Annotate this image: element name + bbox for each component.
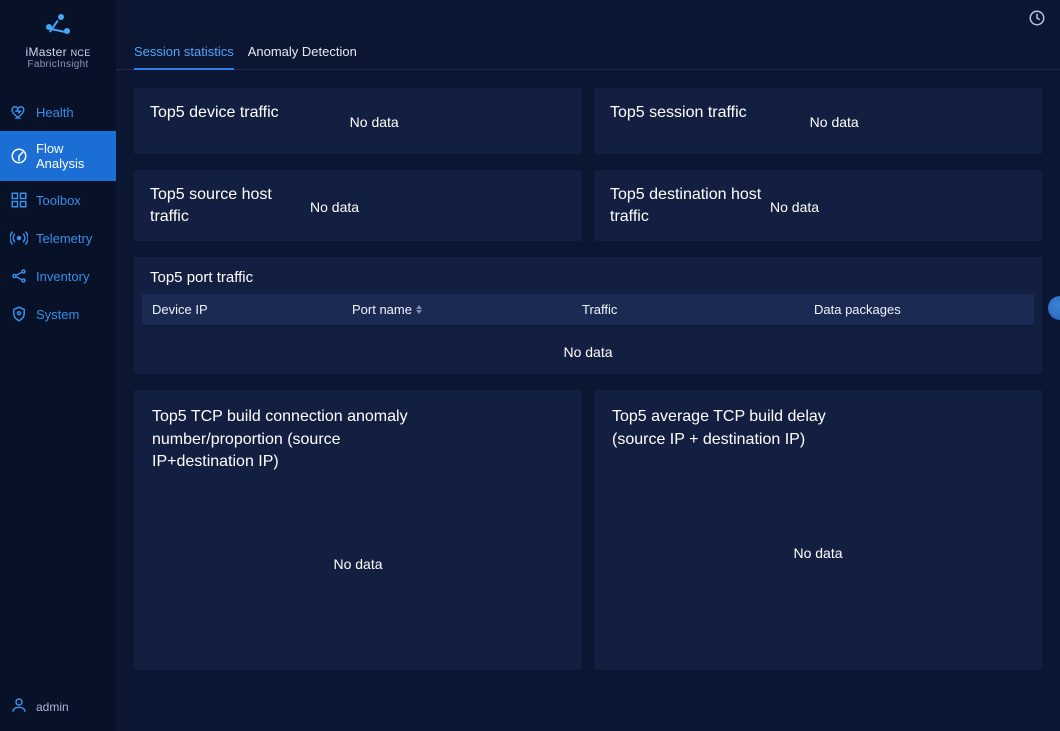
col-data-packages[interactable]: Data packages [804, 300, 1034, 319]
nav: Health Flow Analysis Toolbox Telemetry I [0, 93, 116, 684]
brand-text: iMaster NCE FabricInsight [8, 45, 108, 71]
sidebar-item-label: Flow Analysis [36, 141, 106, 171]
sidebar-item-inventory[interactable]: Inventory [0, 257, 116, 295]
content: Top5 device traffic No data Top5 session… [116, 70, 1060, 731]
no-data-label: No data [770, 199, 819, 215]
sidebar: iMaster NCE FabricInsight Health Flow An… [0, 0, 116, 731]
card-title: Top5 destination host traffic [610, 184, 770, 227]
sort-icon [416, 304, 424, 316]
user-icon [10, 696, 28, 717]
brand-sub: FabricInsight [8, 59, 108, 71]
col-label: Data packages [814, 302, 901, 317]
col-traffic[interactable]: Traffic [572, 300, 804, 319]
col-label: Traffic [582, 302, 617, 317]
sidebar-item-label: Health [36, 105, 74, 120]
radar-icon [10, 147, 28, 165]
card-title: Top5 port traffic [134, 269, 1042, 294]
share-icon [10, 267, 28, 285]
card-tcp-anomaly: Top5 TCP build connection anomaly number… [134, 390, 582, 670]
clock-icon[interactable] [1028, 9, 1046, 27]
sidebar-item-toolbox[interactable]: Toolbox [0, 181, 116, 219]
brand-nce: NCE [71, 48, 91, 58]
table-header: Device IP Port name Traffic Data package… [142, 294, 1034, 325]
main: Session statistics Anomaly Detection Top… [116, 0, 1060, 731]
card-destination-host-traffic: Top5 destination host traffic No data [594, 170, 1042, 241]
card-title: Top5 device traffic [150, 102, 350, 124]
grid-icon [10, 191, 28, 209]
sidebar-item-system[interactable]: System [0, 295, 116, 333]
no-data-label: No data [810, 114, 859, 130]
sidebar-item-label: System [36, 307, 79, 322]
card-title: Top5 source host traffic [150, 184, 310, 227]
sidebar-item-label: Toolbox [36, 193, 81, 208]
tab-label: Session statistics [134, 44, 234, 59]
brand-logo: iMaster NCE FabricInsight [0, 0, 116, 79]
col-label: Device IP [152, 302, 208, 317]
sidebar-item-telemetry[interactable]: Telemetry [0, 219, 116, 257]
col-port-name[interactable]: Port name [342, 300, 572, 319]
tabs: Session statistics Anomaly Detection [116, 36, 1060, 70]
no-data-label: No data [134, 326, 1042, 366]
topbar [116, 0, 1060, 36]
card-title: Top5 average TCP build delay (source IP … [612, 406, 872, 451]
col-label: Port name [352, 302, 412, 317]
no-data-label: No data [310, 199, 359, 215]
card-device-traffic: Top5 device traffic No data [134, 88, 582, 154]
tab-session-statistics[interactable]: Session statistics [134, 36, 234, 69]
signal-icon [10, 229, 28, 247]
logo-icon [44, 14, 72, 36]
sidebar-item-health[interactable]: Health [0, 93, 116, 131]
no-data-label: No data [612, 451, 1024, 654]
col-device-ip[interactable]: Device IP [142, 300, 342, 319]
card-session-traffic: Top5 session traffic No data [594, 88, 1042, 154]
sidebar-item-flow-analysis[interactable]: Flow Analysis [0, 131, 116, 181]
tab-anomaly-detection[interactable]: Anomaly Detection [248, 36, 357, 69]
sidebar-item-label: Telemetry [36, 231, 92, 246]
no-data-label: No data [152, 473, 564, 654]
heart-icon [10, 103, 28, 121]
card-source-host-traffic: Top5 source host traffic No data [134, 170, 582, 241]
brand-main: iMaster [26, 45, 67, 59]
card-title: Top5 TCP build connection anomaly number… [152, 406, 412, 473]
no-data-label: No data [350, 114, 399, 130]
card-port-traffic: Top5 port traffic Device IP Port name Tr… [134, 257, 1042, 374]
tab-label: Anomaly Detection [248, 44, 357, 59]
card-title: Top5 session traffic [610, 102, 810, 124]
user-footer[interactable]: admin [0, 684, 116, 731]
card-tcp-delay: Top5 average TCP build delay (source IP … [594, 390, 1042, 670]
shield-icon [10, 305, 28, 323]
user-label: admin [36, 700, 69, 714]
sidebar-item-label: Inventory [36, 269, 89, 284]
